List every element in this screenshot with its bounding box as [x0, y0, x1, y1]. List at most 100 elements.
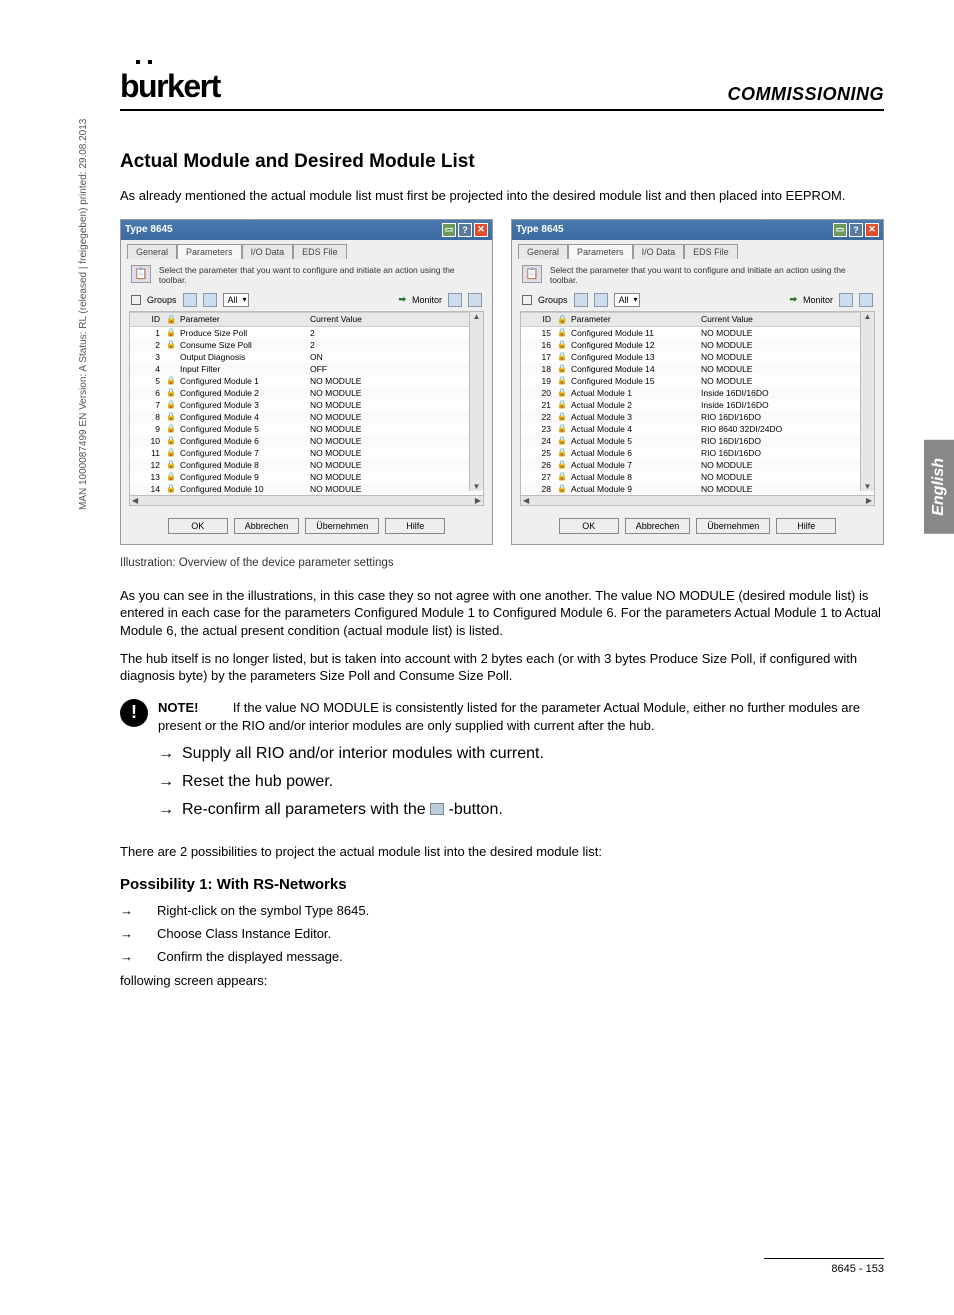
toolbar-icon-2[interactable] [203, 293, 217, 307]
table-row[interactable]: 8🔒Configured Module 4NO MODULE [130, 411, 483, 423]
body-paragraph-1: As you can see in the illustrations, in … [120, 587, 884, 640]
lock-icon: 🔒 [557, 388, 571, 398]
cell-id: 16 [531, 340, 557, 350]
titlebar-help-icon[interactable]: ? [458, 223, 472, 237]
cell-parameter: Configured Module 3 [180, 400, 310, 410]
lock-icon: 🔒 [557, 436, 571, 446]
table-row[interactable]: 21🔒Actual Module 2Inside 16DI/16DO [521, 399, 874, 411]
table-row[interactable]: 27🔒Actual Module 8NO MODULE [521, 471, 874, 483]
table-row[interactable]: 17🔒Configured Module 13NO MODULE [521, 351, 874, 363]
titlebar-close-icon[interactable]: ✕ [474, 223, 488, 237]
table-row[interactable]: 25🔒Actual Module 6RIO 16DI/16DO [521, 447, 874, 459]
tab-parameters[interactable]: Parameters [568, 244, 633, 259]
toolbar-icon-1[interactable] [183, 293, 197, 307]
cell-value: NO MODULE [701, 484, 864, 494]
cell-id: 21 [531, 400, 557, 410]
apply-button[interactable]: Übernehmen [696, 518, 770, 534]
titlebar-close-icon[interactable]: ✕ [865, 223, 879, 237]
table-row[interactable]: 16🔒Configured Module 12NO MODULE [521, 339, 874, 351]
table-row[interactable]: 18🔒Configured Module 14NO MODULE [521, 363, 874, 375]
lock-icon [166, 364, 180, 374]
cell-value: OFF [310, 364, 473, 374]
table-row[interactable]: 13🔒Configured Module 9NO MODULE [130, 471, 483, 483]
cell-value: NO MODULE [310, 376, 473, 386]
table-row[interactable]: 11🔒Configured Module 7NO MODULE [130, 447, 483, 459]
table-row[interactable]: 15🔒Configured Module 11NO MODULE [521, 327, 874, 339]
table-row[interactable]: 2🔒Consume Size Poll2 [130, 339, 483, 351]
cell-id: 9 [140, 424, 166, 434]
toolbar-icon-1[interactable] [574, 293, 588, 307]
help-button[interactable]: Hilfe [776, 518, 836, 534]
scroll-right-icon[interactable]: ▶ [475, 496, 481, 505]
col-lock-icon: 🔒 [557, 314, 571, 325]
lock-icon: 🔒 [557, 412, 571, 422]
page-footer: 8645 - 153 [764, 1258, 884, 1275]
scroll-up-icon[interactable]: ▲ [470, 312, 483, 321]
table-row[interactable]: 14🔒Configured Module 10NO MODULE [130, 483, 483, 495]
table-row[interactable]: 22🔒Actual Module 3RIO 16DI/16DO [521, 411, 874, 423]
tab-parameters[interactable]: Parameters [177, 244, 242, 259]
scroll-down-icon[interactable]: ▼ [470, 482, 483, 491]
lock-icon: 🔒 [166, 436, 180, 446]
toolbar-icon-3[interactable] [448, 293, 462, 307]
table-row[interactable]: 10🔒Configured Module 6NO MODULE [130, 435, 483, 447]
lock-icon: 🔒 [166, 448, 180, 458]
monitor-label[interactable]: Monitor [412, 295, 442, 305]
cell-id: 28 [531, 484, 557, 494]
note-step-3: Re-confirm all parameters with the -butt… [182, 801, 503, 819]
cell-value: 2 [310, 340, 473, 350]
groups-checkbox[interactable] [131, 295, 141, 305]
groups-checkbox[interactable] [522, 295, 532, 305]
tab-io-data[interactable]: I/O Data [633, 244, 685, 259]
table-row[interactable]: 23🔒Actual Module 4RIO 8640 32DI/24DO [521, 423, 874, 435]
filter-dropdown[interactable]: All [614, 293, 640, 307]
table-row[interactable]: 4Input FilterOFF [130, 363, 483, 375]
cancel-button[interactable]: Abbrechen [625, 518, 691, 534]
scroll-left-icon[interactable]: ◀ [132, 496, 138, 505]
tab-eds-file[interactable]: EDS File [293, 244, 347, 259]
toolbar-icon-4[interactable] [468, 293, 482, 307]
scroll-up-icon[interactable]: ▲ [861, 312, 874, 321]
cell-id: 26 [531, 460, 557, 470]
apply-button[interactable]: Übernehmen [305, 518, 379, 534]
scroll-right-icon[interactable]: ▶ [866, 496, 872, 505]
cell-parameter: Actual Module 5 [571, 436, 701, 446]
cell-value: NO MODULE [701, 376, 864, 386]
titlebar-restore-icon[interactable]: ▭ [442, 223, 456, 237]
table-row[interactable]: 12🔒Configured Module 8NO MODULE [130, 459, 483, 471]
cell-value: Inside 16DI/16DO [701, 388, 864, 398]
tab-general[interactable]: General [518, 244, 568, 259]
ok-button[interactable]: OK [559, 518, 619, 534]
cell-value: NO MODULE [310, 424, 473, 434]
filter-dropdown[interactable]: All [223, 293, 249, 307]
titlebar-restore-icon[interactable]: ▭ [833, 223, 847, 237]
table-row[interactable]: 5🔒Configured Module 1NO MODULE [130, 375, 483, 387]
table-row[interactable]: 26🔒Actual Module 7NO MODULE [521, 459, 874, 471]
cancel-button[interactable]: Abbrechen [234, 518, 300, 534]
toolbar-icon-3[interactable] [839, 293, 853, 307]
cell-value: NO MODULE [310, 484, 473, 494]
table-row[interactable]: 7🔒Configured Module 3NO MODULE [130, 399, 483, 411]
table-row[interactable]: 28🔒Actual Module 9NO MODULE [521, 483, 874, 495]
toolbar-icon-4[interactable] [859, 293, 873, 307]
tab-io-data[interactable]: I/O Data [242, 244, 294, 259]
table-row[interactable]: 6🔒Configured Module 2NO MODULE [130, 387, 483, 399]
table-row[interactable]: 1🔒Produce Size Poll2 [130, 327, 483, 339]
window-title: Type 8645 [516, 224, 564, 235]
table-row[interactable]: 9🔒Configured Module 5NO MODULE [130, 423, 483, 435]
tab-general[interactable]: General [127, 244, 177, 259]
scroll-down-icon[interactable]: ▼ [861, 482, 874, 491]
table-row[interactable]: 3Output DiagnosisON [130, 351, 483, 363]
lock-icon: 🔒 [166, 340, 180, 350]
cell-value: NO MODULE [310, 448, 473, 458]
toolbar-icon-2[interactable] [594, 293, 608, 307]
ok-button[interactable]: OK [168, 518, 228, 534]
titlebar-help-icon[interactable]: ? [849, 223, 863, 237]
tab-eds-file[interactable]: EDS File [684, 244, 738, 259]
table-row[interactable]: 24🔒Actual Module 5RIO 16DI/16DO [521, 435, 874, 447]
help-button[interactable]: Hilfe [385, 518, 445, 534]
table-row[interactable]: 19🔒Configured Module 15NO MODULE [521, 375, 874, 387]
table-row[interactable]: 20🔒Actual Module 1Inside 16DI/16DO [521, 387, 874, 399]
monitor-label[interactable]: Monitor [803, 295, 833, 305]
scroll-left-icon[interactable]: ◀ [523, 496, 529, 505]
